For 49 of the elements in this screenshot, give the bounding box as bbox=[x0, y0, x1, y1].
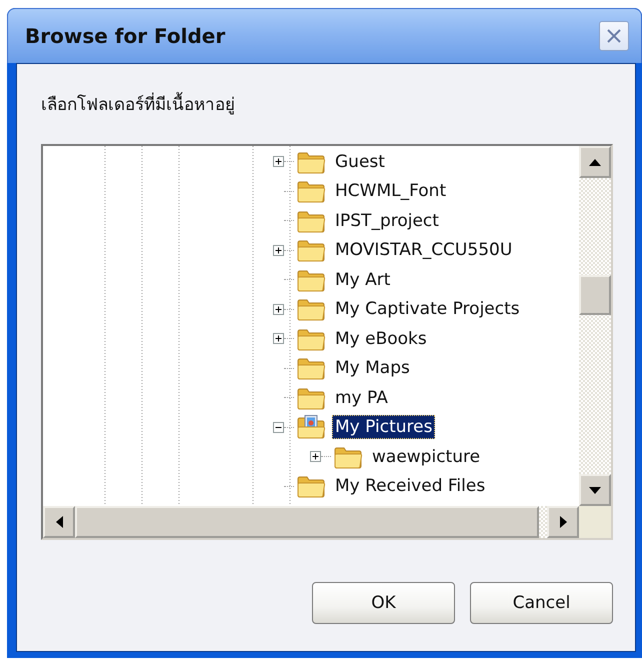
expand-icon[interactable] bbox=[273, 304, 284, 315]
folder-icon bbox=[296, 208, 326, 233]
right-arrow-icon bbox=[560, 516, 566, 528]
folder-item[interactable]: My Received Files bbox=[332, 474, 488, 498]
scroll-thumb[interactable] bbox=[579, 275, 611, 315]
folder-item[interactable]: waewpicture bbox=[369, 444, 484, 469]
close-icon bbox=[605, 27, 623, 45]
collapse-icon[interactable] bbox=[273, 422, 284, 433]
folder-icon bbox=[296, 179, 326, 204]
scroll-up-button[interactable] bbox=[579, 146, 611, 178]
folder-item[interactable]: My eBooks bbox=[332, 326, 430, 351]
scroll-right-button[interactable] bbox=[547, 506, 579, 538]
folder-icon bbox=[296, 268, 326, 292]
folder-icon bbox=[296, 356, 326, 380]
vertical-scrollbar[interactable] bbox=[579, 146, 611, 506]
folder-item[interactable]: My Art bbox=[332, 268, 394, 292]
scroll-left-button[interactable] bbox=[43, 506, 75, 538]
folder-icon bbox=[296, 386, 326, 410]
scroll-thumb[interactable] bbox=[75, 506, 539, 538]
folder-item[interactable]: HCWML_Font bbox=[332, 179, 450, 204]
folder-icon bbox=[296, 326, 326, 351]
close-button[interactable] bbox=[599, 21, 629, 51]
folder-item[interactable]: my PA bbox=[332, 386, 391, 410]
folder-item[interactable]: IPST_project bbox=[332, 208, 442, 233]
expand-icon[interactable] bbox=[273, 244, 284, 256]
folder-icon bbox=[296, 238, 326, 262]
scroll-down-button[interactable] bbox=[579, 474, 611, 506]
folder-icon bbox=[333, 444, 363, 469]
left-arrow-icon bbox=[56, 516, 62, 528]
down-arrow-icon bbox=[589, 486, 601, 494]
folder-item[interactable]: My Captivate Projects bbox=[332, 297, 523, 322]
picture-folder-icon bbox=[296, 415, 326, 440]
scrollbar-corner bbox=[579, 506, 611, 538]
folder-item[interactable]: My Maps bbox=[332, 356, 413, 380]
folder-icon bbox=[296, 150, 326, 174]
expand-icon[interactable] bbox=[273, 156, 284, 168]
folder-item[interactable]: MOVISTAR_CCU550U bbox=[332, 238, 516, 262]
expand-icon[interactable] bbox=[310, 451, 321, 462]
horizontal-scrollbar[interactable] bbox=[43, 506, 611, 538]
folder-icon bbox=[296, 297, 326, 322]
prompt-text: เลือกโฟลเดอร์ที่มีเนื้อหาอยู่ bbox=[41, 90, 613, 126]
ok-button[interactable]: OK bbox=[312, 582, 455, 624]
cancel-button[interactable]: Cancel bbox=[470, 582, 613, 624]
folder-icon bbox=[296, 474, 326, 498]
folder-item[interactable]: My Pictures bbox=[332, 415, 436, 440]
up-arrow-icon bbox=[589, 158, 601, 166]
expand-icon[interactable] bbox=[273, 333, 284, 344]
folder-item[interactable]: Guest bbox=[332, 150, 388, 174]
window-title: Browse for Folder bbox=[25, 24, 226, 48]
